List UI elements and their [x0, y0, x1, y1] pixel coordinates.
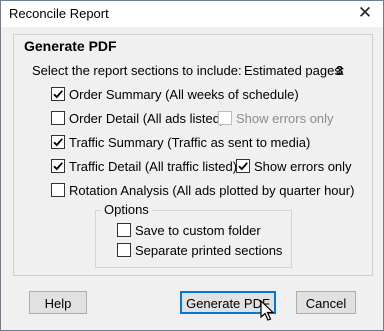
window-title: Reconcile Report	[9, 6, 109, 21]
estimated-pages-value: 3	[336, 63, 344, 78]
save-custom-folder-label[interactable]: Save to custom folder	[135, 223, 261, 238]
order-detail-label[interactable]: Order Detail (All ads listed)	[69, 111, 224, 126]
separate-sections-checkbox[interactable]	[117, 243, 131, 257]
instructions-label: Select the report sections to include:	[32, 63, 242, 78]
order-detail-checkbox[interactable]	[51, 111, 65, 125]
options-title: Options	[101, 202, 152, 217]
mouse-cursor-icon	[260, 299, 275, 321]
order-summary-label[interactable]: Order Summary (All weeks of schedule)	[69, 87, 299, 102]
traffic-summary-label[interactable]: Traffic Summary (Traffic as sent to medi…	[69, 135, 310, 150]
group-title: Generate PDF	[24, 38, 117, 54]
close-icon[interactable]: ✕	[357, 4, 373, 21]
rotation-analysis-checkbox[interactable]	[51, 183, 65, 197]
traffic-detail-show-errors-checkbox[interactable]	[236, 159, 250, 173]
reconcile-report-dialog: Reconcile Report ✕ Generate PDF Select t…	[0, 0, 384, 331]
traffic-detail-checkbox[interactable]	[51, 159, 65, 173]
traffic-detail-show-errors-label[interactable]: Show errors only	[254, 159, 352, 174]
title-bar[interactable]: Reconcile Report ✕	[1, 1, 383, 27]
traffic-detail-label[interactable]: Traffic Detail (All traffic listed)	[69, 159, 237, 174]
order-detail-show-errors-checkbox	[218, 111, 232, 125]
save-custom-folder-checkbox[interactable]	[117, 223, 131, 237]
help-button[interactable]: Help	[29, 291, 87, 314]
order-summary-checkbox[interactable]	[51, 87, 65, 101]
estimated-pages-label: Estimated pages:	[244, 63, 345, 78]
options-group	[95, 210, 292, 268]
rotation-analysis-label[interactable]: Rotation Analysis (All ads plotted by qu…	[69, 183, 354, 198]
traffic-summary-checkbox[interactable]	[51, 135, 65, 149]
order-detail-show-errors-label: Show errors only	[236, 111, 334, 126]
separate-sections-label[interactable]: Separate printed sections	[135, 243, 282, 258]
cancel-button[interactable]: Cancel	[296, 291, 356, 314]
